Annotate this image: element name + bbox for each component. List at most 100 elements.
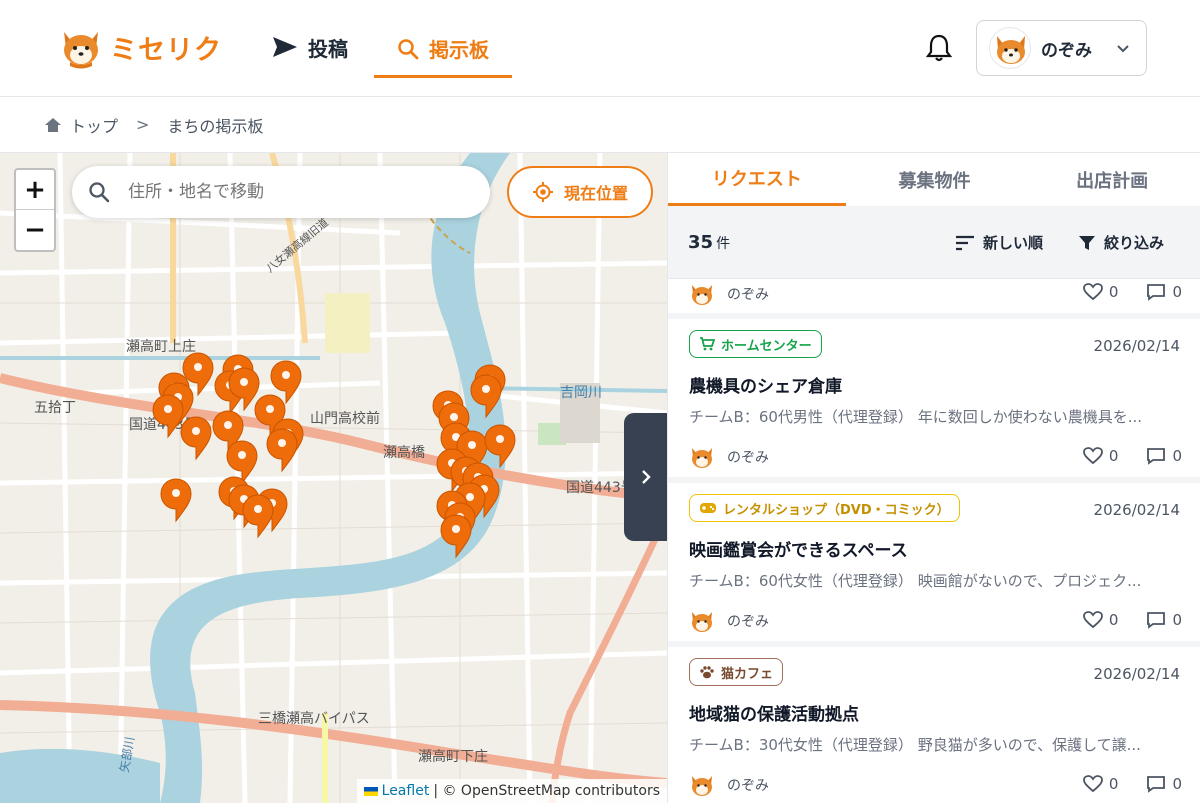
category-badge: ホームセンター — [689, 330, 822, 358]
author-name: のぞみ — [727, 287, 769, 303]
map[interactable]: 瀬高町上庄 五拾丁 国道443号 山門高校前 瀬高橋 吉岡川 国道443号 三橋… — [0, 153, 667, 803]
osm-attribution: | © OpenStreetMap contributors — [433, 783, 660, 799]
map-label: 吉岡川 — [560, 385, 602, 401]
result-count: 35 件 — [688, 232, 730, 253]
card-stats: 0 0 — [1083, 775, 1182, 793]
zoom-in-button[interactable]: + — [16, 170, 54, 210]
card-author: のぞみ — [689, 281, 769, 307]
zoom-out-button[interactable]: − — [16, 210, 54, 250]
heart-icon[interactable] — [1083, 775, 1103, 793]
logo[interactable]: ミセリク — [58, 24, 222, 70]
app-header: ミセリク 投稿 掲示板 のぞみ — [0, 0, 1200, 97]
card-title[interactable]: 映画鑑賞会ができるスペース — [689, 536, 908, 561]
comment-count: 0 — [1172, 611, 1182, 629]
sort-icon — [956, 235, 974, 250]
breadcrumb-home[interactable]: トップ — [70, 113, 118, 137]
like-count: 0 — [1108, 447, 1119, 465]
like-count: 0 — [1108, 775, 1119, 793]
category-label: ホームセンター — [721, 338, 812, 354]
user-menu[interactable]: のぞみ — [976, 20, 1147, 76]
card-stats: 0 0 — [1083, 611, 1182, 629]
card-description: チームB：60代女性（代理登録） 映画館がないので、プロジェク... — [689, 572, 1142, 590]
filter-icon — [1079, 235, 1095, 250]
logo-text: ミセリク — [110, 34, 222, 66]
result-count-value: 35 — [688, 232, 714, 253]
list-item[interactable]: のぞみ 0 0 — [668, 279, 1200, 319]
comment-icon[interactable] — [1146, 775, 1166, 793]
shiba-avatar-icon — [692, 285, 712, 305]
heart-icon[interactable] — [1083, 283, 1103, 301]
list-item[interactable]: レンタルショップ（DVD・コミック） 2026/02/14 映画鑑賞会ができるス… — [668, 483, 1200, 647]
category-badge: 猫カフェ — [689, 658, 784, 686]
comment-icon[interactable] — [1146, 283, 1166, 301]
author-name: のぞみ — [727, 778, 769, 794]
author-name: のぞみ — [727, 450, 769, 466]
avatar — [989, 27, 1031, 69]
nav-board-label: 掲示板 — [429, 38, 489, 62]
comment-count: 0 — [1172, 775, 1182, 793]
map-attribution: Leaflet | © OpenStreetMap contributors — [356, 779, 667, 803]
request-list[interactable]: のぞみ 0 0 ホームセンター 2026/02/14 農機具のシェア倉庫 チーム… — [668, 279, 1200, 803]
sort-label: 新しい順 — [983, 234, 1044, 252]
current-location-label: 現在位置 — [563, 184, 628, 203]
tab-properties[interactable]: 募集物件 — [846, 153, 1024, 206]
heart-icon[interactable] — [1083, 447, 1103, 465]
chevron-down-icon — [1117, 45, 1129, 53]
card-date: 2026/02/14 — [1093, 337, 1180, 355]
card-stats: 0 0 — [1083, 283, 1182, 301]
chevron-right-icon — [641, 470, 651, 484]
sort-button[interactable]: 新しい順 — [955, 232, 1043, 253]
leaflet-link[interactable]: Leaflet — [382, 783, 430, 799]
card-author: のぞみ — [689, 444, 769, 470]
card-author: のぞみ — [689, 772, 769, 798]
panel-toggle-button[interactable] — [624, 413, 667, 541]
card-description: チームB：60代男性（代理登録） 年に数回しか使わない農機具を... — [689, 408, 1143, 426]
list-item[interactable]: ホームセンター 2026/02/14 農機具のシェア倉庫 チームB：60代男性（… — [668, 319, 1200, 483]
filter-label: 絞り込み — [1104, 234, 1165, 252]
send-icon — [273, 37, 297, 57]
comment-icon[interactable] — [1146, 611, 1166, 629]
search-icon — [398, 38, 419, 59]
map-label: 三橋瀬高バイパス — [258, 710, 370, 727]
heart-icon[interactable] — [1083, 611, 1103, 629]
comment-icon[interactable] — [1146, 447, 1166, 465]
card-title[interactable]: 農機具のシェア倉庫 — [689, 372, 842, 397]
search-input[interactable] — [128, 182, 448, 202]
request-panel: リクエスト 募集物件 出店計画 35 件 新しい順 絞り込み のぞみ 0 0 ホ… — [667, 153, 1200, 803]
card-date: 2026/02/14 — [1093, 665, 1180, 683]
map-label: 瀬高橋 — [383, 444, 425, 461]
category-label: レンタルショップ（DVD・コミック） — [723, 502, 950, 518]
comment-count: 0 — [1172, 283, 1182, 301]
author-name: のぞみ — [727, 614, 769, 630]
map-label: 五拾丁 — [34, 400, 76, 416]
shiba-avatar-icon — [997, 36, 1025, 64]
crosshair-icon — [532, 182, 553, 202]
bell-icon[interactable] — [924, 33, 954, 63]
like-count: 0 — [1108, 283, 1119, 301]
shiba-avatar-icon — [692, 776, 712, 796]
map-label: 瀬高町上庄 — [126, 338, 196, 355]
list-toolbar: 35 件 新しい順 絞り込み — [668, 206, 1200, 279]
card-stats: 0 0 — [1083, 447, 1182, 465]
nav-board[interactable]: 掲示板 — [374, 22, 512, 78]
ukraine-flag-icon — [363, 786, 378, 796]
like-count: 0 — [1108, 611, 1119, 629]
cart-icon — [700, 337, 715, 351]
filter-button[interactable]: 絞り込み — [1078, 232, 1164, 253]
list-item[interactable]: 猫カフェ 2026/02/14 地域猫の保護活動拠点 チームB：30代女性（代理… — [668, 647, 1200, 803]
breadcrumb: トップ > まちの掲示板 — [0, 97, 1200, 153]
shiba-avatar-icon — [692, 448, 712, 468]
tab-store-plans[interactable]: 出店計画 — [1023, 153, 1200, 206]
card-title[interactable]: 地域猫の保護活動拠点 — [689, 700, 859, 725]
paw-icon — [700, 666, 714, 679]
shiba-logo-icon — [64, 32, 98, 69]
category-label: 猫カフェ — [721, 666, 774, 682]
nav-post[interactable]: 投稿 — [272, 22, 348, 72]
map-search — [72, 166, 490, 218]
map-tiles: 瀬高町上庄 五拾丁 国道443号 山門高校前 瀬高橋 吉岡川 国道443号 三橋… — [0, 153, 667, 803]
current-location-button[interactable]: 現在位置 — [507, 166, 653, 218]
comment-count: 0 — [1172, 447, 1182, 465]
tab-requests[interactable]: リクエスト — [668, 153, 846, 206]
card-description: チームB：30代女性（代理登録） 野良猫が多いので、保護して譲... — [689, 736, 1141, 754]
map-label: 山門高校前 — [310, 410, 380, 427]
